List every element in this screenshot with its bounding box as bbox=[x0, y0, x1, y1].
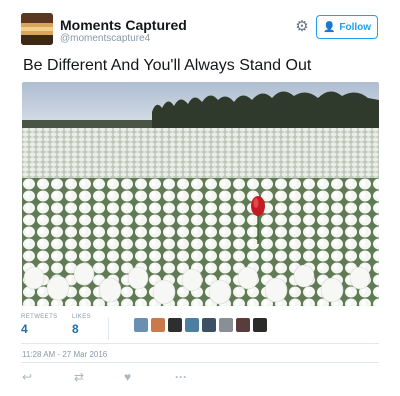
heart-icon[interactable]: ♥ bbox=[124, 368, 131, 386]
avatar[interactable] bbox=[21, 13, 53, 45]
likes-stat[interactable]: LIKES 8 bbox=[72, 314, 91, 336]
display-name[interactable]: Moments Captured bbox=[60, 17, 187, 33]
reply-icon[interactable]: ↩ bbox=[22, 368, 32, 386]
follow-label: Follow bbox=[339, 21, 372, 33]
retweet-icon[interactable]: ⇄ bbox=[74, 368, 84, 386]
tweet-card: Moments Captured @momentscapture4 ⚙ 👤 Fo… bbox=[0, 0, 400, 396]
liker-avatar[interactable] bbox=[151, 318, 165, 332]
retweets-stat[interactable]: RETWEETS 4 bbox=[21, 314, 58, 336]
liker-avatar[interactable] bbox=[134, 318, 148, 332]
user-handle[interactable]: @momentscapture4 bbox=[60, 33, 150, 44]
stats-divider bbox=[108, 318, 109, 340]
more-icon[interactable]: ··· bbox=[175, 368, 187, 386]
tweet-photo[interactable] bbox=[22, 82, 379, 306]
liker-avatars bbox=[134, 318, 267, 332]
liker-avatar[interactable] bbox=[185, 318, 199, 332]
liker-avatar[interactable] bbox=[236, 318, 250, 332]
liker-avatar[interactable] bbox=[253, 318, 267, 332]
gear-icon[interactable]: ⚙ bbox=[294, 19, 310, 35]
liker-avatar[interactable] bbox=[219, 318, 233, 332]
timestamp[interactable]: 11:28 AM - 27 Mar 2016 bbox=[22, 350, 107, 359]
tweet-text: Be Different And You'll Always Stand Out bbox=[23, 57, 312, 74]
likes-count: 8 bbox=[72, 322, 79, 336]
divider bbox=[21, 362, 379, 363]
retweets-label: RETWEETS bbox=[21, 314, 58, 320]
likes-label: LIKES bbox=[72, 314, 92, 320]
tweet-actions: ↩ ⇄ ♥ ··· bbox=[0, 368, 400, 386]
liker-avatar[interactable] bbox=[202, 318, 216, 332]
add-user-icon: 👤 bbox=[322, 21, 336, 33]
liker-avatar[interactable] bbox=[168, 318, 182, 332]
follow-button[interactable]: 👤 Follow bbox=[316, 15, 378, 39]
divider bbox=[21, 343, 379, 344]
retweets-count: 4 bbox=[21, 322, 28, 336]
